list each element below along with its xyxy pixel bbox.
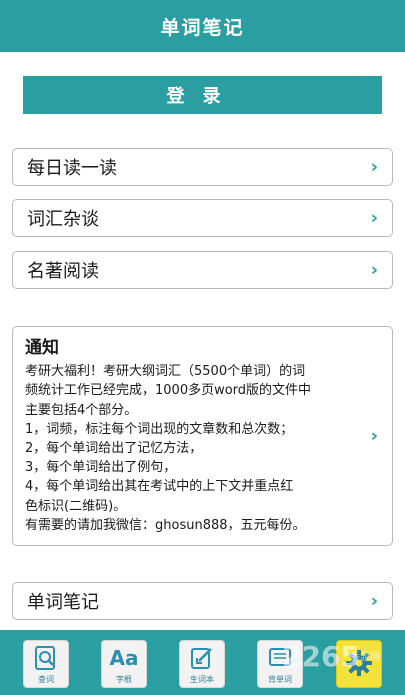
edit-note-icon [189,641,215,675]
tab-label: 生词本 [190,675,214,684]
tab-label: 背单词 [268,675,292,684]
watermark-subtext: 手游网 [350,652,380,663]
menu-item-label: 名著阅读 [27,261,99,282]
notice-line: 频统计工作已经完成，1000多页word版的文件中 [25,383,312,399]
letters-icon: Aa [110,641,139,675]
notice-line: 色标识(二维码)。 [25,498,127,514]
notice-title: 通知 [25,338,59,358]
notice-line: 3，每个单词给出了例句， [25,460,177,476]
tab-vocab-book[interactable]: 生词本 [179,640,225,688]
menu-item-word-notes[interactable]: 单词笔记 › [12,582,393,620]
tab-roots[interactable]: Aa 字根 [101,640,147,688]
chevron-right-icon: › [370,425,378,447]
menu-item-label: 每日读一读 [27,158,117,179]
menu-item-label: 词汇杂谈 [27,209,99,230]
menu-item-classic-reading[interactable]: 名著阅读 › [12,251,393,289]
notice-line: 1，词频，标注每个词出现的文章数和总次数； [25,421,294,437]
watermark-logo: 2265 [282,640,360,673]
tab-label: 字根 [116,675,132,684]
notice-line: 考研大福利！考研大纲词汇（5500个单词）的词 [25,364,306,380]
menu-item-daily-reading[interactable]: 每日读一读 › [12,148,393,186]
search-book-icon [33,641,59,675]
login-button[interactable]: 登录 [23,76,382,114]
notice-card[interactable]: 通知 考研大福利！考研大纲词汇（5500个单词）的词 频统计工作已经完成，100… [12,326,393,546]
menu-item-label: 单词笔记 [27,592,99,613]
letters-glyph: Aa [109,646,139,670]
notice-line: 有需要的请加我微信：ghosun888，五元每份。 [25,517,306,533]
chevron-right-icon: › [370,207,378,229]
chevron-right-icon: › [370,259,378,281]
tab-label: 查词 [38,675,54,684]
notice-line: 4，每个单词给出其在考试中的上下文并重点红 [25,479,294,495]
app-header: 单词笔记 [0,0,405,52]
chevron-right-icon: › [370,590,378,612]
page-title: 单词笔记 [160,16,245,39]
menu-item-vocab-talk[interactable]: 词汇杂谈 › [12,199,393,237]
notice-line: 主要包括4个部分。 [25,402,138,418]
notice-line: 2，每个单词给出了记忆方法， [25,441,203,457]
chevron-right-icon: › [370,156,378,178]
tab-lookup[interactable]: 查词 [23,640,69,688]
